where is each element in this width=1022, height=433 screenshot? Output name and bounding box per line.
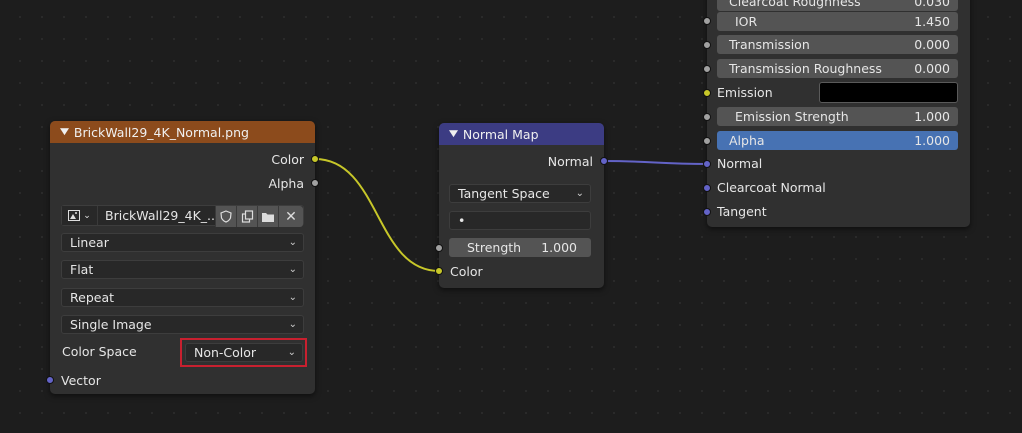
input-clearcoat-normal-socket[interactable] [703, 184, 711, 192]
source-dropdown[interactable]: Single Image ⌄ [61, 315, 304, 334]
input-normal-socket[interactable] [703, 160, 711, 168]
image-icon [68, 210, 81, 221]
uv-map-field[interactable]: • [449, 211, 591, 230]
duplicate-image-button[interactable] [236, 206, 257, 227]
clearcoat-normal-label: Clearcoat Normal [717, 180, 826, 195]
input-vector-label: Vector [61, 372, 101, 388]
transmission-field[interactable]: Transmission 0.000 [717, 35, 958, 54]
strength-label: Strength [467, 240, 522, 255]
chevron-down-icon: ⌄ [83, 210, 91, 221]
normal-label: Normal [717, 156, 763, 171]
input-ior-socket[interactable] [703, 17, 711, 25]
output-alpha-row: Alpha [50, 172, 315, 194]
alpha-label: Alpha [729, 133, 765, 148]
ior-value: 1.450 [914, 14, 950, 29]
projection-value: Flat [70, 262, 94, 277]
output-normal-label: Normal [547, 153, 593, 169]
strength-value: 1.000 [541, 240, 577, 255]
close-icon: ✕ [285, 208, 297, 225]
tangent-label: Tangent [717, 204, 767, 219]
normal-map-node-header[interactable]: ▼ Normal Map [439, 123, 604, 145]
input-transmission-socket[interactable] [703, 41, 711, 49]
chevron-down-icon: ⌄ [287, 347, 296, 358]
chevron-down-icon: ⌄ [288, 237, 297, 248]
normal-space-value: Tangent Space [458, 186, 550, 201]
transmission-value: 0.000 [914, 37, 950, 52]
folder-icon [262, 212, 274, 222]
image-texture-node-header[interactable]: ▼ BrickWall29_4K_Normal.png [50, 121, 315, 143]
input-emission-strength-socket[interactable] [703, 113, 711, 121]
normal-map-node-title: Normal Map [462, 126, 539, 142]
collapse-chevron-icon[interactable]: ▼ [60, 127, 69, 137]
alpha-value: 1.000 [914, 133, 950, 148]
ior-field[interactable]: IOR 1.450 [717, 12, 958, 31]
output-color-row: Color [50, 148, 315, 170]
interpolation-value: Linear [70, 235, 109, 250]
input-tangent-socket[interactable] [703, 208, 711, 216]
emission-strength-label: Emission Strength [735, 109, 849, 124]
color-space-dropdown[interactable]: Non-Color ⌄ [185, 343, 303, 362]
transmission-roughness-label: Transmission Roughness [729, 61, 882, 76]
link-color-to-color [314, 158, 440, 272]
input-color-socket[interactable] [435, 267, 443, 275]
image-selector[interactable]: ⌄ BrickWall29_4K_... ✕ [61, 205, 304, 227]
output-alpha-label: Alpha [268, 175, 304, 191]
image-texture-node-title: BrickWall29_4K_Normal.png [73, 124, 249, 140]
chevron-down-icon: ⌄ [288, 292, 297, 303]
output-color-socket[interactable] [311, 155, 319, 163]
color-space-label: Color Space [62, 344, 137, 359]
link-normal-to-normal [603, 160, 708, 165]
clearcoat-roughness-label: Clearcoat Roughness [729, 0, 861, 9]
clearcoat-roughness-field[interactable]: Clearcoat Roughness 0.030 [717, 0, 958, 11]
output-color-label: Color [271, 151, 304, 167]
normal-space-dropdown[interactable]: Tangent Space ⌄ [449, 184, 591, 203]
open-image-button[interactable] [257, 206, 278, 227]
image-browse-button[interactable]: ⌄ [62, 206, 97, 225]
ior-label: IOR [735, 14, 758, 29]
principled-bsdf-node[interactable]: Clearcoat Roughness 0.030 IOR 1.450 Tran… [703, 0, 970, 227]
duplicate-icon [241, 210, 253, 223]
output-normal-row: Normal [439, 150, 604, 172]
chevron-down-icon: ⌄ [288, 264, 297, 275]
color-space-value: Non-Color [194, 345, 257, 360]
chevron-down-icon: ⌄ [288, 319, 297, 330]
alpha-field[interactable]: Alpha 1.000 [717, 131, 958, 150]
strength-field[interactable]: Strength 1.000 [449, 238, 591, 257]
interpolation-dropdown[interactable]: Linear ⌄ [61, 233, 304, 252]
input-alpha-socket[interactable] [703, 137, 711, 145]
source-value: Single Image [70, 317, 152, 332]
fake-user-button[interactable] [215, 206, 236, 227]
projection-dropdown[interactable]: Flat ⌄ [61, 260, 304, 279]
transmission-roughness-field[interactable]: Transmission Roughness 0.000 [717, 59, 958, 78]
image-texture-node[interactable]: ▼ BrickWall29_4K_Normal.png Color Alpha … [46, 121, 319, 394]
image-name-field[interactable]: BrickWall29_4K_... [97, 206, 219, 225]
input-transmission-roughness-socket[interactable] [703, 65, 711, 73]
shield-icon [220, 210, 232, 223]
output-alpha-socket[interactable] [311, 179, 319, 187]
collapse-chevron-icon[interactable]: ▼ [449, 129, 458, 139]
input-vector-row: Vector [50, 369, 315, 391]
uv-map-value: • [458, 213, 466, 228]
image-name-text: BrickWall29_4K_... [105, 208, 219, 223]
output-normal-socket[interactable] [600, 157, 608, 165]
input-color-row: Color [439, 260, 604, 282]
emission-strength-field[interactable]: Emission Strength 1.000 [717, 107, 958, 126]
transmission-roughness-value: 0.000 [914, 61, 950, 76]
input-strength-socket[interactable] [435, 244, 443, 252]
emission-label: Emission [717, 85, 773, 100]
input-emission-socket[interactable] [703, 89, 711, 97]
extension-dropdown[interactable]: Repeat ⌄ [61, 288, 304, 307]
transmission-label: Transmission [729, 37, 810, 52]
emission-color-field[interactable] [819, 82, 958, 103]
normal-map-node[interactable]: ▼ Normal Map Normal Tangent Space ⌄ • St… [435, 123, 608, 288]
unlink-image-button[interactable]: ✕ [278, 206, 303, 227]
emission-strength-value: 1.000 [914, 109, 950, 124]
chevron-down-icon: ⌄ [575, 188, 584, 199]
clearcoat-roughness-value: 0.030 [914, 0, 950, 9]
extension-value: Repeat [70, 290, 115, 305]
input-vector-socket[interactable] [46, 376, 54, 384]
input-color-label: Color [450, 263, 483, 279]
